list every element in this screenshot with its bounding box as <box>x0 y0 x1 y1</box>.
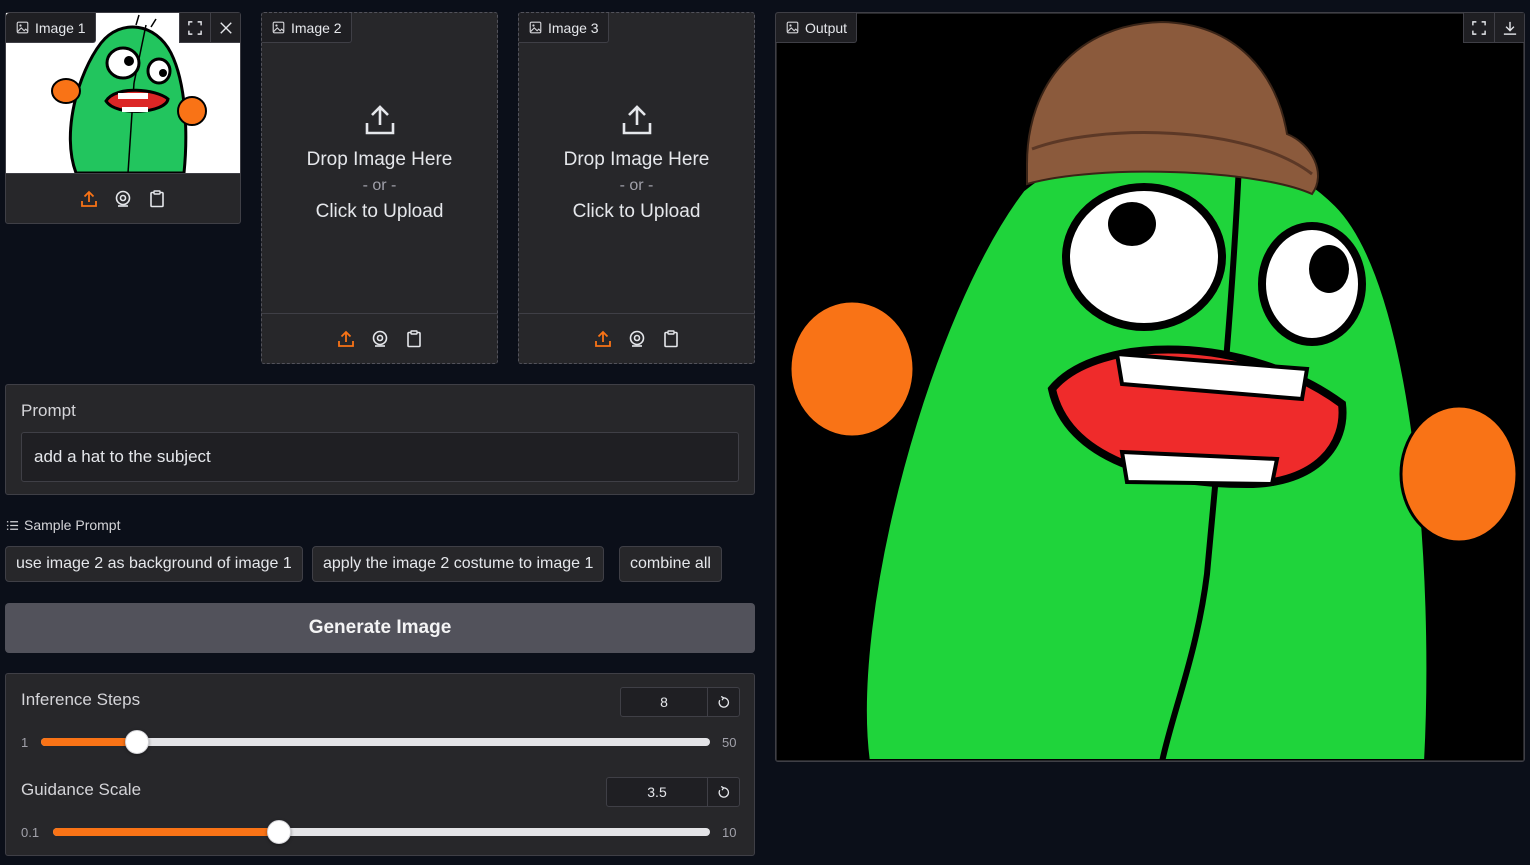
image-1-label: Image 1 <box>6 13 96 43</box>
upload-icon[interactable] <box>591 327 615 351</box>
fullscreen-icon[interactable] <box>180 13 210 43</box>
upload-icon[interactable] <box>334 327 358 351</box>
click-to-upload-text[interactable]: Click to Upload <box>573 201 701 223</box>
clipboard-icon[interactable] <box>402 327 426 351</box>
webcam-icon[interactable] <box>368 327 392 351</box>
image-3-drop-area[interactable]: Drop Image Here - or - Click to Upload <box>519 103 754 223</box>
or-text: - or - <box>362 177 397 194</box>
download-icon[interactable] <box>1494 12 1524 43</box>
output-label: Output <box>776 13 858 43</box>
upload-icon[interactable] <box>77 187 101 211</box>
inference-steps-max: 50 <box>722 735 737 750</box>
guidance-scale-fill <box>53 828 279 836</box>
drop-text: Drop Image Here <box>563 149 710 170</box>
guidance-scale-value: 3.5 <box>647 784 667 800</box>
output-panel: Output <box>775 12 1525 762</box>
image-icon <box>16 21 29 34</box>
guidance-scale-slider[interactable] <box>53 820 710 844</box>
image-1-label-text: Image 1 <box>35 19 86 36</box>
inference-steps-value: 8 <box>660 694 668 710</box>
webcam-icon[interactable] <box>111 187 135 211</box>
prompt-value: add a hat to the subject <box>34 447 211 466</box>
click-to-upload-text[interactable]: Click to Upload <box>316 201 444 223</box>
output-label-text: Output <box>805 19 848 36</box>
guidance-scale-max: 10 <box>722 825 737 840</box>
guidance-scale-min: 0.1 <box>21 825 40 840</box>
fullscreen-icon[interactable] <box>1464 13 1494 43</box>
upload-icon <box>622 105 651 135</box>
inference-steps-thumb[interactable] <box>124 730 149 754</box>
image-1-toolbar <box>6 173 240 223</box>
clipboard-icon[interactable] <box>145 187 169 211</box>
image-3-label: Image 3 <box>519 13 609 43</box>
image-2-toolbar <box>262 313 497 363</box>
inference-steps-label: Inference Steps <box>21 690 141 709</box>
image-2-label: Image 2 <box>262 13 352 43</box>
sample-prompt-heading: Sample Prompt <box>6 517 120 533</box>
settings-block: Inference Steps 8 1 50 Guidance Scale 3.… <box>5 673 755 856</box>
sample-prompt-2[interactable]: apply the image 2 costume to image 1 <box>312 546 605 582</box>
image-3-label-text: Image 3 <box>548 19 599 36</box>
close-icon[interactable] <box>210 12 240 43</box>
image-2-input[interactable]: Image 2 Drop Image Here - or - Click to … <box>261 12 498 364</box>
image-3-input[interactable]: Image 3 Drop Image Here - or - Click to … <box>518 12 755 364</box>
prompt-input[interactable]: add a hat to the subject <box>21 432 739 482</box>
image-2-drop-area[interactable]: Drop Image Here - or - Click to Upload <box>262 103 497 223</box>
list-icon <box>6 520 19 530</box>
webcam-icon[interactable] <box>625 327 649 351</box>
output-image <box>777 14 1523 760</box>
guidance-scale-label: Guidance Scale <box>21 780 142 799</box>
inference-steps-slider[interactable] <box>41 730 710 754</box>
inference-steps-input[interactable]: 8 <box>620 687 740 717</box>
image-2-label-text: Image 2 <box>291 19 342 36</box>
sample-prompt-heading-text: Sample Prompt <box>24 517 121 533</box>
inference-steps-fill <box>41 738 137 746</box>
inference-steps-min: 1 <box>21 735 29 750</box>
image-icon <box>272 21 285 34</box>
image-1-input[interactable]: Image 1 <box>5 12 241 224</box>
output-corner-buttons <box>1463 12 1524 43</box>
reset-icon[interactable] <box>707 688 739 716</box>
clipboard-icon[interactable] <box>659 327 683 351</box>
generate-image-button[interactable]: Generate Image <box>5 603 755 653</box>
guidance-scale-thumb[interactable] <box>266 820 291 844</box>
sample-prompt-1[interactable]: use image 2 as background of image 1 <box>5 546 303 582</box>
drop-text: Drop Image Here <box>306 149 453 170</box>
image-icon <box>786 21 799 34</box>
prompt-block: Prompt add a hat to the subject <box>5 384 755 495</box>
image-icon <box>529 21 542 34</box>
sample-prompt-3[interactable]: combine all <box>619 546 722 582</box>
image-1-corner-buttons <box>179 12 240 43</box>
image-3-toolbar <box>519 313 754 363</box>
upload-icon <box>365 105 394 135</box>
guidance-scale-input[interactable]: 3.5 <box>606 777 740 807</box>
prompt-label: Prompt <box>21 401 76 420</box>
reset-icon[interactable] <box>707 778 739 806</box>
or-text: - or - <box>619 177 654 194</box>
